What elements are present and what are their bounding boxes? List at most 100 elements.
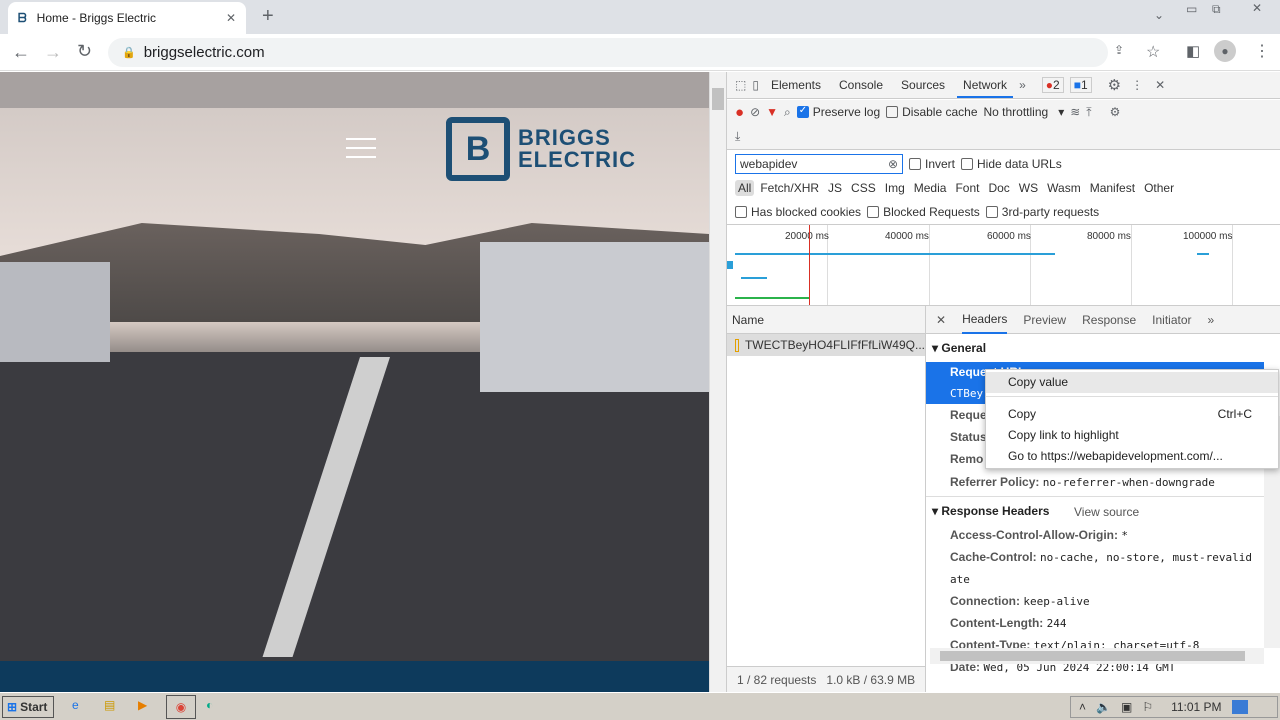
ie-icon[interactable]: e (72, 698, 79, 712)
name-column-header[interactable]: Name (727, 306, 925, 334)
blocked-cookies-checkbox[interactable]: Has blocked cookies (735, 205, 861, 219)
volume-icon[interactable]: 🔈 (1096, 700, 1111, 714)
general-heading: General (941, 341, 987, 355)
forward-icon[interactable]: → (44, 42, 62, 63)
export-har-icon[interactable]: ⤓ (735, 129, 740, 144)
maximize-icon[interactable]: ⧉ (1212, 2, 1221, 17)
type-filter-css[interactable]: CSS (848, 180, 879, 196)
tab-search-icon[interactable]: ⌄ (1154, 8, 1164, 22)
browser-tab[interactable]: ᗷ Home - Briggs Electric ✕ (8, 2, 246, 34)
tab-sources[interactable]: Sources (895, 72, 951, 98)
edge-icon[interactable]: ◐ (206, 698, 213, 712)
type-filter-doc[interactable]: Doc (985, 180, 1012, 196)
clock[interactable]: 11:01 PM (1171, 700, 1221, 714)
menu-item-copy-link[interactable]: Copy link to highlight (986, 425, 1278, 446)
network-overview-timeline[interactable]: 20000 ms 40000 ms 60000 ms 80000 ms 1000… (727, 224, 1280, 306)
chrome-taskbar-icon[interactable]: ◉ (166, 695, 196, 719)
throttling-select[interactable]: No throttling ▾ (984, 105, 1065, 119)
explorer-icon[interactable]: ▤ (104, 698, 115, 712)
import-har-icon[interactable]: ⤒ (1086, 105, 1091, 120)
share-icon[interactable]: ⇪ (1114, 43, 1124, 57)
network-icon[interactable]: ▣ (1121, 700, 1132, 714)
close-tab-icon[interactable]: ✕ (226, 11, 236, 25)
errors-badge[interactable]: ●2 (1041, 77, 1064, 93)
profile-avatar[interactable]: ● (1214, 40, 1236, 62)
start-button[interactable]: ⊞ Start (2, 696, 54, 718)
menu-item-copy-value[interactable]: Copy value (986, 372, 1278, 393)
request-list: Name TWECTBeyHO4FLIFfFfLiW49Q... 1 / 82 … (727, 306, 926, 692)
tab-console[interactable]: Console (833, 72, 889, 98)
show-desktop-icon[interactable] (1231, 700, 1248, 714)
header-value: keep-alive (1023, 595, 1090, 608)
settings-gear-icon[interactable]: ⚙ (1108, 76, 1121, 94)
show-hidden-icons[interactable]: ˄ (1079, 700, 1086, 714)
tab-response[interactable]: Response (1082, 313, 1136, 327)
menu-item-copy[interactable]: Copy Ctrl+C (986, 404, 1278, 425)
type-filter-fetchxhr[interactable]: Fetch/XHR (757, 180, 822, 196)
search-icon[interactable]: ⌕ (784, 105, 791, 120)
inspect-icon[interactable]: ⬚ (735, 78, 746, 92)
filter-icon[interactable]: ▼ (766, 105, 778, 119)
request-row[interactable]: TWECTBeyHO4FLIFfFfLiW49Q... (727, 334, 925, 356)
preserve-log-checkbox[interactable]: Preserve log (796, 105, 880, 119)
more-menu-icon[interactable]: ⋮ (1254, 41, 1270, 61)
devtools-panel: ⬚ ▯ Elements Console Sources Network » ●… (726, 72, 1280, 692)
timeline-tick: 100000 ms (1183, 231, 1233, 242)
timeline-bar (735, 297, 809, 299)
network-conditions-icon[interactable]: ≋ (1070, 105, 1080, 119)
network-settings-icon[interactable]: ⚙ (1110, 105, 1121, 119)
details-horizontal-scrollbar[interactable] (930, 648, 1264, 664)
new-tab-icon[interactable]: + (262, 5, 274, 28)
tab-elements[interactable]: Elements (765, 72, 827, 98)
filter-input[interactable]: webapidev ⊗ (735, 154, 903, 174)
briggs-electric-logo[interactable]: B BRIGGS ELECTRIC (446, 117, 636, 181)
record-icon[interactable]: ● (735, 104, 744, 121)
type-filter-wasm[interactable]: Wasm (1044, 180, 1084, 196)
hamburger-menu-icon[interactable] (346, 138, 376, 158)
blocked-requests-checkbox[interactable]: Blocked Requests (867, 205, 980, 219)
tab-network[interactable]: Network (957, 72, 1014, 98)
clear-icon[interactable]: ⊘ (750, 105, 760, 119)
hide-data-urls-checkbox[interactable]: Hide data URLs (961, 157, 1062, 171)
window-close-icon[interactable]: ✕ (1240, 0, 1274, 16)
side-panel-icon[interactable]: ◧ (1186, 42, 1200, 60)
general-section-toggle[interactable]: ▾ General (932, 341, 986, 355)
scrollbar-thumb[interactable] (712, 88, 724, 110)
type-filter-img[interactable]: Img (882, 180, 908, 196)
type-filter-other[interactable]: Other (1141, 180, 1177, 196)
url-bar[interactable]: 🔒 briggselectric.com (108, 38, 1108, 67)
third-party-checkbox[interactable]: 3rd-party requests (985, 205, 1099, 219)
type-filter-manifest[interactable]: Manifest (1087, 180, 1138, 196)
type-filter-media[interactable]: Media (911, 180, 950, 196)
type-filter-js[interactable]: JS (825, 180, 845, 196)
device-toolbar-icon[interactable]: ▯ (752, 78, 759, 92)
type-filter-ws[interactable]: WS (1016, 180, 1041, 196)
type-filter-font[interactable]: Font (952, 180, 982, 196)
close-details-icon[interactable]: ✕ (936, 313, 946, 327)
disable-cache-checkbox[interactable]: Disable cache (886, 105, 978, 119)
type-filter-all[interactable]: All (735, 180, 755, 196)
timeline-tick: 80000 ms (1087, 231, 1131, 242)
devtools-more-icon[interactable]: ⋮ (1131, 78, 1143, 92)
address-bar-row: ← → ↻ 🔒 briggselectric.com ⇪ ☆ ◧ ● ⋮ (0, 34, 1280, 71)
back-icon[interactable]: ← (12, 42, 30, 63)
copy-link-label: Copy link to highlight (1008, 428, 1119, 442)
page-scrollbar[interactable] (709, 72, 726, 692)
view-source-link[interactable]: View source (1074, 505, 1139, 519)
clear-filter-icon[interactable]: ⊗ (888, 157, 898, 171)
media-player-icon[interactable]: ▶ (138, 698, 147, 712)
response-headers-toggle[interactable]: ▾ Response Headers (932, 504, 1049, 518)
minimize-icon[interactable]: ▭ (1186, 2, 1197, 16)
close-devtools-icon[interactable]: ✕ (1155, 78, 1165, 92)
more-detail-tabs-icon[interactable]: » (1208, 313, 1215, 327)
action-center-flag-icon[interactable]: ⚐ (1142, 700, 1153, 714)
messages-badge[interactable]: ■1 (1069, 77, 1092, 93)
invert-checkbox[interactable]: Invert (909, 157, 955, 171)
tab-initiator[interactable]: Initiator (1152, 313, 1191, 327)
bookmark-star-icon[interactable]: ☆ (1146, 42, 1160, 62)
tab-preview[interactable]: Preview (1023, 313, 1066, 327)
menu-item-goto[interactable]: Go to https://webapidevelopment.com/... (986, 446, 1278, 467)
reload-icon[interactable]: ↻ (77, 41, 92, 62)
tab-headers[interactable]: Headers (962, 306, 1008, 334)
more-tabs-icon[interactable]: » (1019, 78, 1026, 92)
